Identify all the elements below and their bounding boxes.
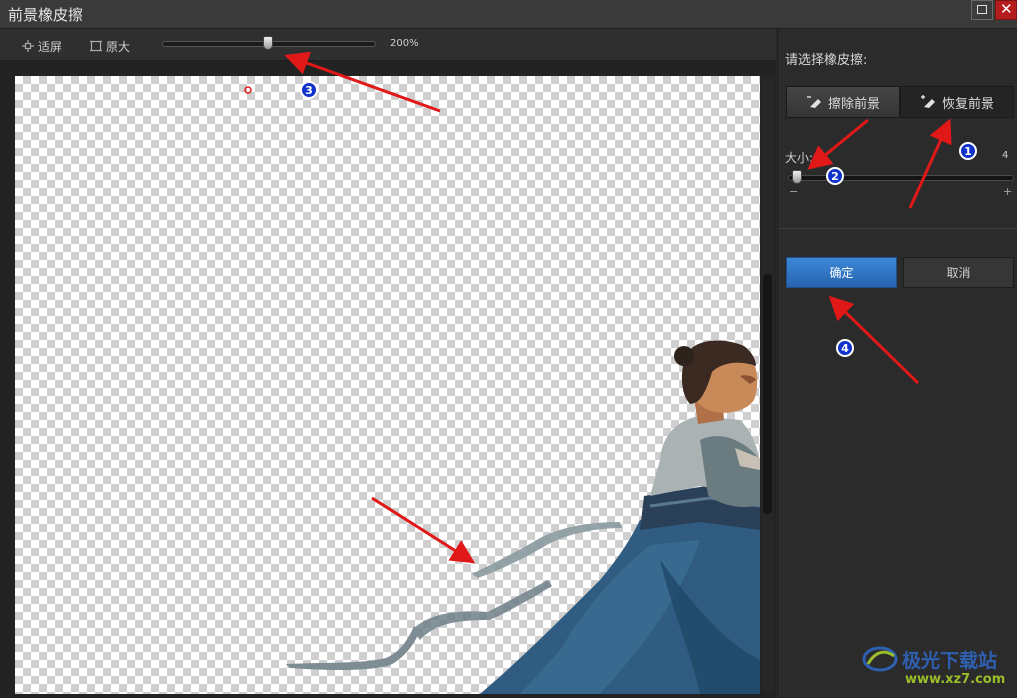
image-canvas[interactable] — [15, 76, 760, 694]
eraser-settings-panel — [777, 29, 1017, 698]
size-decrease-icon[interactable]: − — [789, 185, 798, 198]
original-size-button[interactable]: 原大 — [90, 37, 130, 55]
restore-foreground-button[interactable]: 恢复前景 — [900, 86, 1014, 118]
zoom-slider-thumb[interactable] — [263, 36, 273, 50]
size-value: 4 — [1002, 150, 1009, 161]
eraser-heading: 请选择橡皮擦: — [785, 53, 868, 68]
vertical-scrollbar-thumb[interactable] — [763, 274, 772, 514]
fit-screen-icon — [22, 40, 34, 52]
title-bar: 前景橡皮擦 — [0, 0, 1017, 29]
watermark-logo-icon — [862, 646, 898, 672]
cancel-button[interactable]: 取消 — [903, 257, 1014, 288]
original-size-label: 原大 — [106, 39, 131, 54]
restore-foreground-label: 恢复前景 — [941, 96, 994, 112]
fit-screen-label: 适屏 — [38, 39, 63, 54]
erase-foreground-label: 擦除前景 — [827, 96, 880, 112]
confirm-button[interactable]: 确定 — [786, 257, 897, 288]
step-badge-2: 2 — [826, 167, 844, 185]
zoom-value: 200% — [390, 38, 419, 49]
site-watermark: 极光下载站 — [862, 644, 997, 674]
restore-eraser-icon — [920, 95, 935, 108]
watermark-url: www.xz7.com — [905, 672, 1006, 687]
original-size-icon — [90, 40, 102, 52]
step-badge-4: 4 — [836, 339, 854, 357]
size-increase-icon[interactable]: + — [1003, 185, 1012, 198]
size-slider-thumb[interactable] — [792, 170, 802, 184]
size-label: 大小: — [785, 151, 814, 165]
maximize-button[interactable] — [971, 0, 993, 20]
window-title: 前景橡皮擦 — [8, 6, 84, 24]
close-button[interactable]: ✕ — [995, 0, 1017, 20]
size-slider[interactable] — [788, 175, 1014, 181]
watermark-text: 极光下载站 — [902, 649, 998, 672]
fit-screen-button[interactable]: 适屏 — [22, 37, 62, 55]
panel-divider — [780, 228, 1017, 229]
step-badge-1: 1 — [959, 142, 977, 160]
erase-foreground-button[interactable]: 擦除前景 — [786, 86, 900, 118]
close-icon: ✕ — [1000, 0, 1013, 18]
step-badge-3: 3 — [300, 81, 318, 99]
eraser-icon — [806, 96, 821, 108]
canvas-toolbar: 适屏 原大 — [0, 29, 776, 61]
